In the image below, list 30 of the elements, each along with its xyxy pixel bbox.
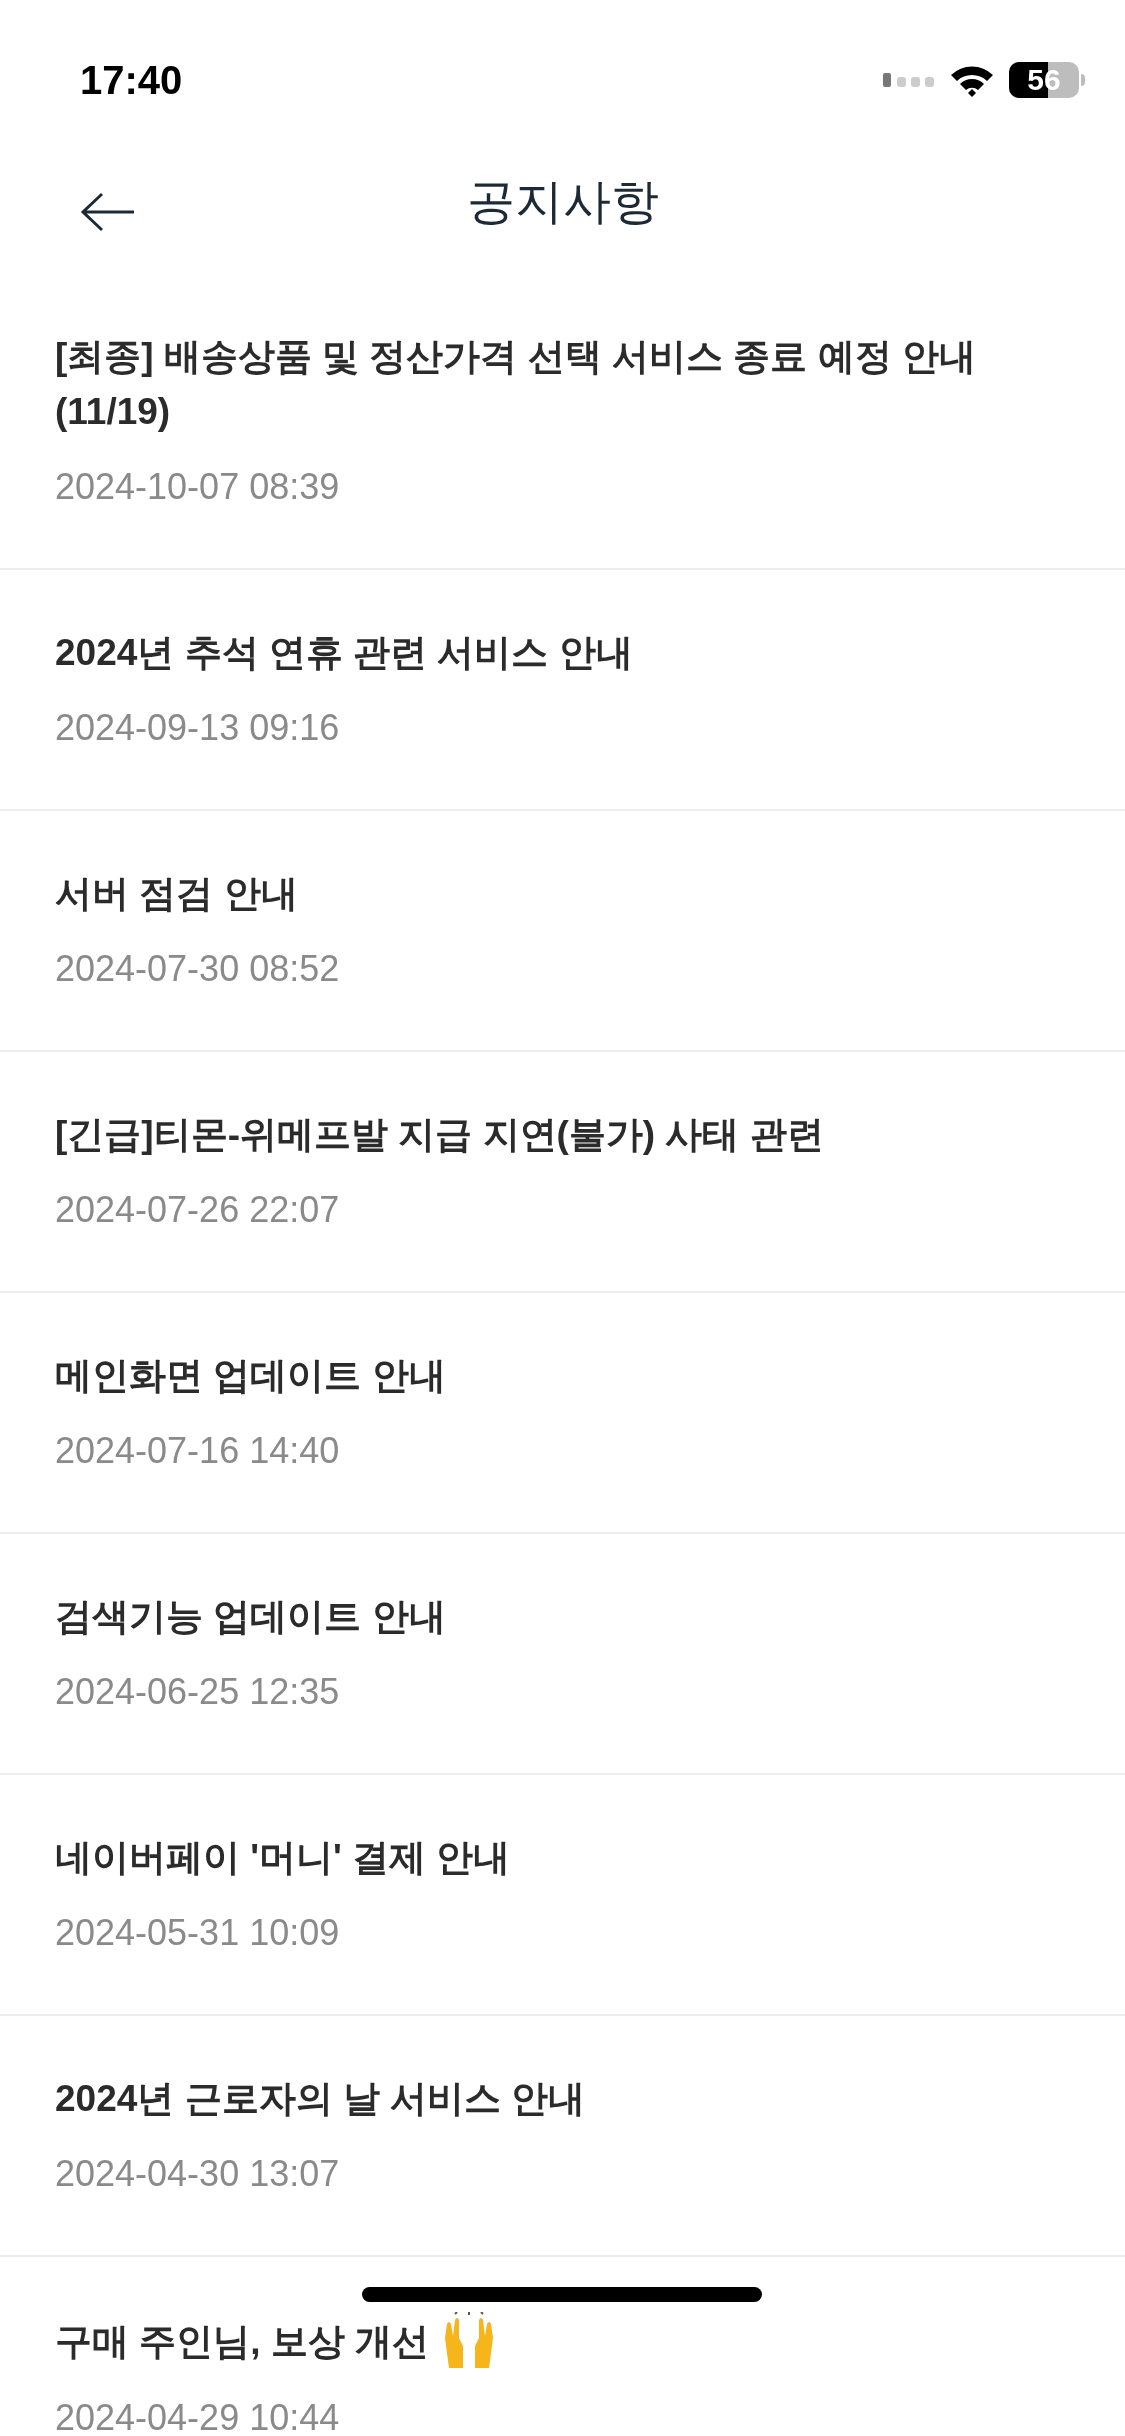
notice-date: 2024-04-30 13:07 xyxy=(55,2152,341,2196)
notice-item[interactable]: 2024년 근로자의 날 서비스 안내 2024-04-30 13:07 xyxy=(0,2016,1125,2257)
notice-date: 2024-10-07 08:39 xyxy=(55,465,341,509)
notice-date: 2024-07-26 22:07 xyxy=(55,1188,341,1232)
notice-date: 2024-06-25 12:35 xyxy=(55,1670,341,1714)
notice-date: 2024-07-16 14:40 xyxy=(55,1429,341,1473)
notice-title: 2024년 추석 연휴 관련 서비스 안내 xyxy=(55,631,633,675)
notice-item[interactable]: [최종] 배송상품 및 정산가격 선택 서비스 종료 예정 안내 (11/19) 2024-10-07 08:39 xyxy=(0,274,1125,570)
page-title: 공지사항 xyxy=(466,174,659,230)
notice-title: 2024년 근로자의 날 서비스 안내 xyxy=(55,2077,586,2121)
notice-title: 메인화면 업데이트 안내 xyxy=(55,1354,446,1398)
notice-item[interactable]: 메인화면 업데이트 안내 2024-07-16 14:40 xyxy=(0,1293,1125,1534)
signal-icon xyxy=(883,71,935,89)
notice-date: 2024-07-30 08:52 xyxy=(55,947,341,991)
notice-date: 2024-05-31 10:09 xyxy=(55,1911,341,1955)
notice-title: 서버 점검 안내 xyxy=(55,872,298,916)
notice-title: 구매 주인님, 보상 개선 xyxy=(55,2319,430,2364)
notice-item[interactable]: [긴급]티몬-위메프발 지급 지연(불가) 사태 관련 2024-07-26 22:07 xyxy=(0,1052,1125,1293)
notice-title: 네이버페이 '머니' 결제 안내 xyxy=(55,1836,511,1880)
status-time: 17:40 xyxy=(80,57,183,104)
notice-date: 2024-04-29 10:44 xyxy=(55,2396,341,2436)
notice-date: 2024-09-13 09:16 xyxy=(55,706,341,750)
notice-title: [긴급]티몬-위메프발 지급 지연(불가) 사태 관련 xyxy=(55,1113,824,1157)
notice-item[interactable]: 2024년 추석 연휴 관련 서비스 안내 2024-09-13 09:16 xyxy=(0,570,1125,811)
notice-title: [최종] 배송상품 및 정산가격 선택 서비스 종료 예정 안내 (11/19) xyxy=(55,335,977,434)
notice-title: 검색기능 업데이트 안내 xyxy=(55,1595,446,1639)
notice-item[interactable]: 네이버페이 '머니' 결제 안내 2024-05-31 10:09 xyxy=(0,1775,1125,2016)
notice-item[interactable]: 서버 점검 안내 2024-07-30 08:52 xyxy=(0,811,1125,1052)
wifi-icon xyxy=(949,63,995,97)
notice-item[interactable]: 검색기능 업데이트 안내 2024-06-25 12:35 xyxy=(0,1534,1125,1775)
